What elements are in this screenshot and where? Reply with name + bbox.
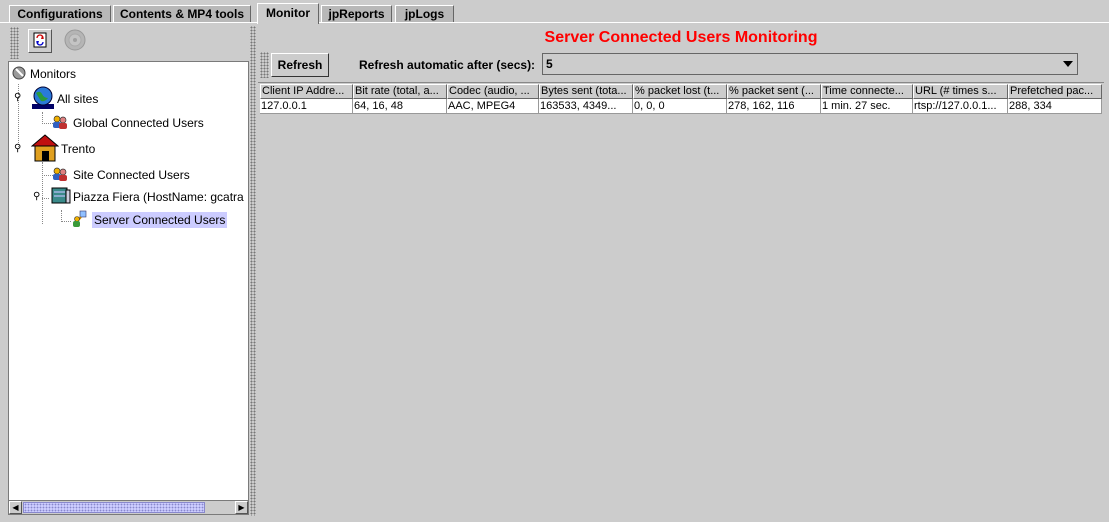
refresh-icon <box>32 32 48 51</box>
monitors-tree[interactable]: Monitors ⚲ All sites Global Connected Us… <box>8 61 249 502</box>
monitoring-panel: Server Connected Users Monitoring Refres… <box>258 26 1104 517</box>
cell-time-connected: 1 min. 27 sec. <box>821 99 913 114</box>
column-header-packet-sent[interactable]: % packet sent (... <box>727 84 821 99</box>
server-icon <box>51 187 71 208</box>
tab-bar: Configurations Contents & MP4 tools Moni… <box>0 0 1109 24</box>
tab-configurations[interactable]: Configurations <box>9 5 111 22</box>
tree-node-all-sites[interactable]: All sites <box>31 86 100 112</box>
column-header-packet-lost[interactable]: % packet lost (t... <box>633 84 727 99</box>
tree-expand-handle[interactable]: ⚲ <box>14 93 21 103</box>
column-header-bit-rate[interactable]: Bit rate (total, a... <box>353 84 447 99</box>
cell-packet-sent: 278, 162, 116 <box>727 99 821 114</box>
scroll-thumb[interactable] <box>23 502 205 513</box>
tree-label: Trento <box>61 142 96 156</box>
connected-user-icon <box>71 210 89 231</box>
split-pane-divider[interactable] <box>250 26 256 516</box>
column-header-time-connected[interactable]: Time connecte... <box>821 84 913 99</box>
column-header-bytes-sent[interactable]: Bytes sent (tota... <box>539 84 633 99</box>
tree-node-trento[interactable]: Trento <box>30 133 97 165</box>
arrow-right-icon: ▶ <box>238 503 245 512</box>
cell-client-ip: 127.0.0.1 <box>260 99 353 114</box>
tree-horizontal-scrollbar[interactable]: ◀ ▶ <box>8 500 249 515</box>
connected-users-table: Client IP Addre... Bit rate (total, a...… <box>258 82 1104 517</box>
scroll-right-button[interactable]: ▶ <box>235 501 248 514</box>
table-row[interactable]: 127.0.0.1 64, 16, 48 AAC, MPEG4 163533, … <box>260 99 1102 114</box>
column-header-url[interactable]: URL (# times s... <box>913 84 1008 99</box>
tab-jpreports[interactable]: jpReports <box>321 5 392 22</box>
tree-node-server-connected-users[interactable]: Server Connected Users <box>71 210 228 231</box>
record-button[interactable] <box>63 29 87 53</box>
chevron-down-icon[interactable] <box>1063 61 1073 67</box>
page-title: Server Connected Users Monitoring <box>544 29 818 46</box>
refresh-interval-value: 5 <box>546 57 553 71</box>
tree-expand-handle[interactable]: ⚲ <box>14 144 21 154</box>
tab-contents-mp4-tools[interactable]: Contents & MP4 tools <box>113 5 251 22</box>
users-icon <box>51 114 69 133</box>
users-icon <box>51 166 69 185</box>
tab-baseline <box>0 22 1109 23</box>
tree-node-global-connected-users[interactable]: Global Connected Users <box>51 113 206 133</box>
tree-expand-handle[interactable]: ⚲ <box>33 192 40 202</box>
tree-label: Monitors <box>30 67 77 81</box>
record-icon <box>63 28 87 55</box>
tree-label: Site Connected Users <box>73 168 190 182</box>
table-header: Client IP Addre... Bit rate (total, a...… <box>260 84 1102 99</box>
toolbar-grip[interactable] <box>260 52 269 78</box>
arrow-left-icon: ◀ <box>12 503 19 512</box>
refresh-interval-select[interactable]: 5 <box>542 53 1078 75</box>
cell-packet-lost: 0, 0, 0 <box>633 99 727 114</box>
tree-label-selected: Server Connected Users <box>92 212 228 228</box>
cell-url: rtsp://127.0.0.1... <box>913 99 1008 114</box>
tree-label: Piazza Fiera (HostName: gcatra <box>73 190 244 204</box>
cell-codec: AAC, MPEG4 <box>447 99 539 114</box>
tab-jplogs[interactable]: jpLogs <box>395 5 454 22</box>
monitors-panel: Monitors ⚲ All sites Global Connected Us… <box>8 26 249 516</box>
tree-line <box>42 162 43 224</box>
cell-prefetched: 288, 334 <box>1008 99 1102 114</box>
cell-bit-rate: 64, 16, 48 <box>353 99 447 114</box>
monitor-icon <box>12 65 28 84</box>
tree-line <box>42 198 49 199</box>
column-header-codec[interactable]: Codec (audio, ... <box>447 84 539 99</box>
column-header-client-ip[interactable]: Client IP Addre... <box>260 84 353 99</box>
toolbar-grip[interactable] <box>10 27 19 59</box>
tree-line <box>61 221 71 222</box>
globe-icon <box>31 86 55 113</box>
column-header-prefetched[interactable]: Prefetched pac... <box>1008 84 1102 99</box>
scroll-left-button[interactable]: ◀ <box>9 501 22 514</box>
tree-label: Global Connected Users <box>73 116 204 130</box>
refresh-interval-label: Refresh automatic after (secs): <box>359 58 536 72</box>
tree-node-site-connected-users[interactable]: Site Connected Users <box>51 165 192 185</box>
house-icon <box>30 133 60 165</box>
cell-bytes-sent: 163533, 4349... <box>539 99 633 114</box>
tree-node-piazza-fiera[interactable]: Piazza Fiera (HostName: gcatra <box>51 187 246 207</box>
tab-monitor[interactable]: Monitor <box>257 3 319 24</box>
refresh-tree-button[interactable] <box>28 29 52 53</box>
tree-label: All sites <box>57 92 99 106</box>
refresh-button[interactable]: Refresh <box>271 53 329 77</box>
tree-node-monitors[interactable]: Monitors <box>12 64 78 84</box>
